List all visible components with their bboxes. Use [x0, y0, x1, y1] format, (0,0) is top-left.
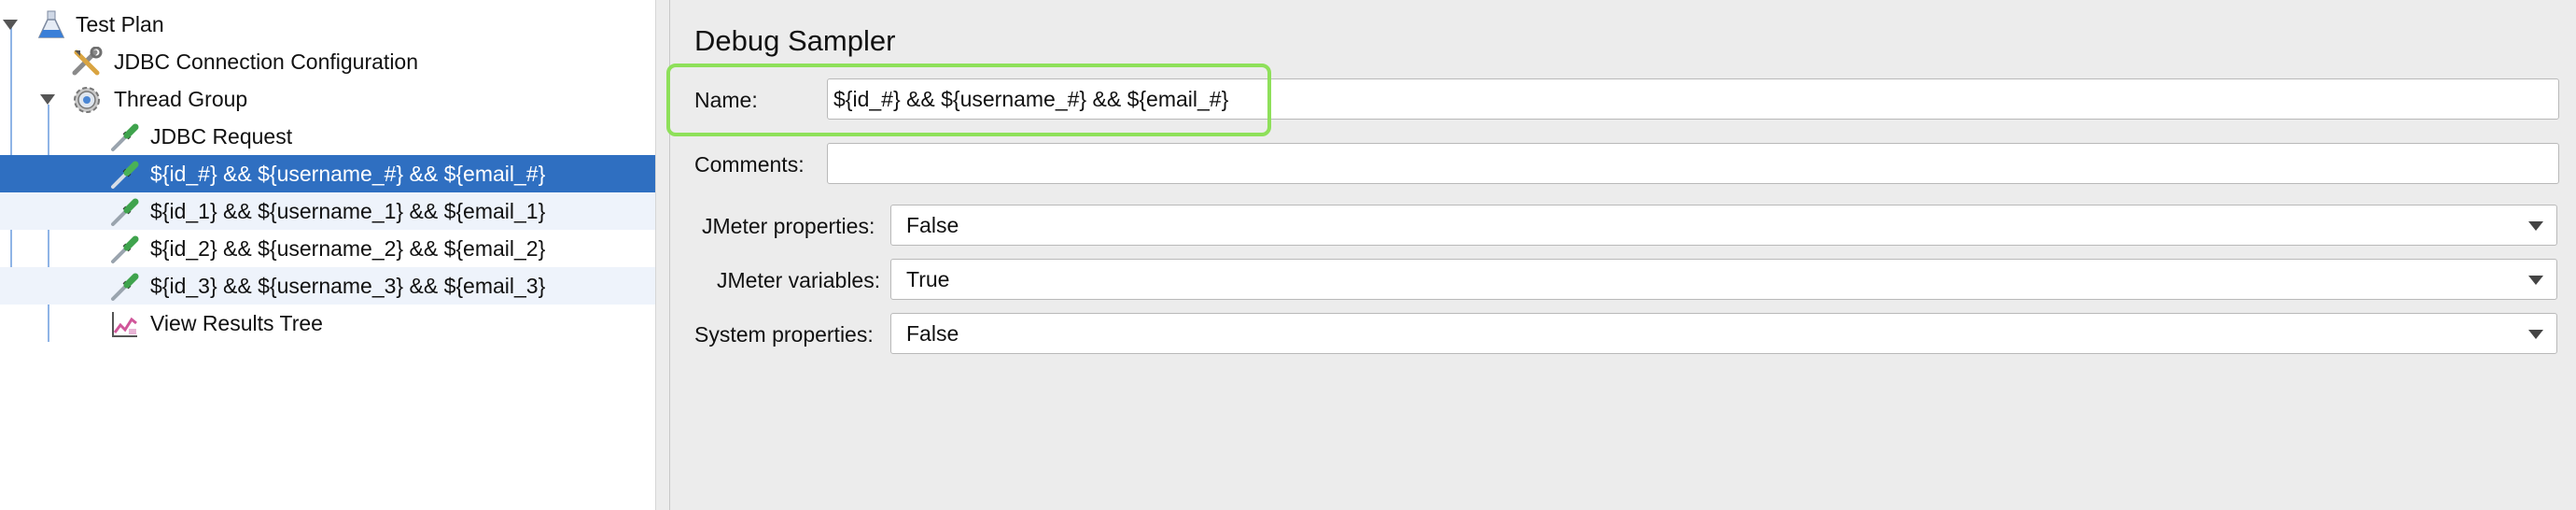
tree-item-debug-sampler-1[interactable]: ${id_1} && ${username_1} && ${email_1}	[0, 192, 655, 230]
tools-icon	[71, 46, 103, 78]
jmeter-properties-label: JMeter properties:	[702, 214, 875, 238]
tree-item-label: View Results Tree	[150, 311, 323, 335]
tree-item-label: ${id_2} && ${username_2} && ${email_2}	[150, 236, 546, 261]
pipette-icon	[108, 121, 140, 153]
comments-input[interactable]	[827, 143, 2559, 184]
tree-item-view-results-tree[interactable]: View Results Tree	[0, 305, 655, 342]
flask-icon	[35, 9, 67, 41]
panel-title: Debug Sampler	[694, 24, 896, 57]
tree-item-label: Thread Group	[114, 87, 248, 111]
chevron-down-icon	[2528, 330, 2543, 339]
results-chart-icon	[108, 308, 140, 340]
pipette-icon	[108, 196, 140, 228]
jmeter-variables-label: JMeter variables:	[717, 268, 881, 292]
system-properties-select[interactable]: False	[890, 313, 2557, 354]
tree-item-label: ${id_#} && ${username_#} && ${email_#}	[150, 162, 546, 186]
tree-item-jdbc-request[interactable]: JDBC Request	[0, 118, 655, 155]
test-plan-tree: Test Plan JDBC Connection Configuration	[0, 0, 655, 510]
tree-item-label: JDBC Request	[150, 124, 293, 149]
tree-item-debug-sampler-2[interactable]: ${id_2} && ${username_2} && ${email_2}	[0, 230, 655, 267]
system-properties-value: False	[906, 321, 959, 346]
pipette-icon	[108, 271, 140, 303]
gear-icon	[71, 84, 103, 116]
chevron-down-icon	[2528, 276, 2543, 285]
name-field-highlight	[666, 64, 1271, 136]
jmeter-window: Test Plan JDBC Connection Configuration	[0, 0, 2576, 510]
jmeter-properties-select[interactable]: False	[890, 205, 2557, 246]
system-properties-label: System properties:	[694, 322, 874, 347]
tree-item-label: JDBC Connection Configuration	[114, 50, 419, 74]
jmeter-variables-select[interactable]: True	[890, 259, 2557, 300]
tree-item-label: ${id_3} && ${username_3} && ${email_3}	[150, 274, 546, 298]
expand-arrow-icon[interactable]	[37, 80, 58, 118]
comments-label: Comments:	[694, 152, 805, 177]
jmeter-properties-value: False	[906, 213, 959, 237]
expand-arrow-icon[interactable]	[0, 6, 21, 43]
tree-item-label: Test Plan	[76, 12, 164, 36]
tree-item-debug-sampler-3[interactable]: ${id_3} && ${username_3} && ${email_3}	[0, 267, 655, 305]
pipette-icon	[108, 159, 140, 191]
tree-item-debug-sampler-selected[interactable]: ${id_#} && ${username_#} && ${email_#}	[0, 155, 655, 192]
pipette-icon	[108, 234, 140, 265]
tree-item-test-plan[interactable]: Test Plan	[0, 6, 655, 43]
tree-item-jdbc-connection[interactable]: JDBC Connection Configuration	[0, 43, 655, 80]
tree-item-thread-group[interactable]: Thread Group	[0, 80, 655, 118]
tree-item-label: ${id_1} && ${username_1} && ${email_1}	[150, 199, 546, 223]
jmeter-variables-value: True	[906, 267, 950, 291]
chevron-down-icon	[2528, 221, 2543, 231]
